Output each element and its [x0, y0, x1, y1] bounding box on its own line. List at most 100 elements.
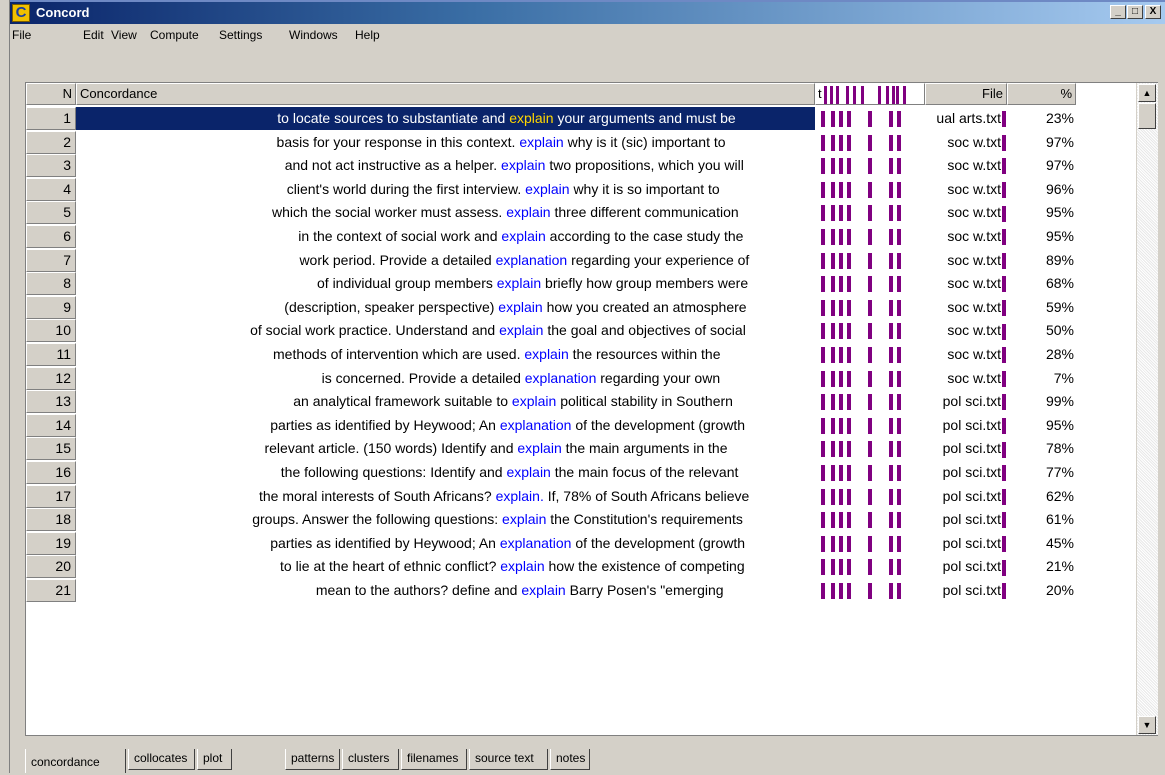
tab-plot[interactable]: plot	[197, 749, 232, 770]
menu-edit[interactable]: Edit	[83, 28, 104, 42]
table-row[interactable]: 11 methods of intervention which are used…	[26, 343, 1086, 366]
concordance-line[interactable]: basis for your response in this context.…	[76, 131, 815, 154]
tab-collocates[interactable]: collocates	[128, 749, 195, 770]
column-header-concordance[interactable]: Concordance	[76, 83, 815, 105]
concordance-line[interactable]: of social work practice. Understand and …	[76, 319, 815, 342]
file-name[interactable]: pol sci.txt	[906, 532, 1006, 555]
table-row[interactable]: 18 groups. Answer the following questions…	[26, 508, 1086, 532]
concordance-line[interactable]: mean to the authors? define and explain …	[76, 579, 815, 602]
tab-concordance[interactable]: concordance	[25, 749, 126, 773]
table-row[interactable]: 20 to lie at the heart of ethnic conflict…	[26, 555, 1086, 579]
maximize-button[interactable]: □	[1127, 5, 1143, 19]
table-row[interactable]: 12 is concerned. Provide a detailed expla…	[26, 366, 1086, 390]
file-name[interactable]: soc w.txt	[906, 178, 1006, 201]
row-number[interactable]: 4	[26, 177, 76, 201]
concordance-line[interactable]: of individual group members explain brie…	[76, 272, 815, 295]
concordance-line[interactable]: and not act instructive as a helper. exp…	[76, 154, 815, 177]
file-name[interactable]: soc w.txt	[906, 319, 1006, 342]
tab-source-text[interactable]: source text	[469, 749, 548, 770]
row-number[interactable]: 8	[26, 272, 76, 296]
file-name[interactable]: soc w.txt	[906, 249, 1006, 272]
column-header-plot[interactable]: t	[815, 83, 925, 105]
row-number[interactable]: 7	[26, 248, 76, 272]
concordance-line[interactable]: groups. Answer the following questions: …	[76, 508, 815, 531]
concord-app-icon[interactable]: C	[12, 4, 30, 22]
row-number[interactable]: 21	[26, 579, 76, 602]
table-row[interactable]: 15 relevant article. (150 words) Identify…	[26, 437, 1086, 461]
row-number[interactable]: 19	[26, 531, 76, 555]
file-name[interactable]: pol sci.txt	[906, 508, 1006, 531]
scroll-down-button[interactable]: ▼	[1138, 716, 1156, 734]
column-header-percent[interactable]: %	[1007, 83, 1076, 105]
file-name[interactable]: pol sci.txt	[906, 579, 1006, 602]
concordance-line[interactable]: work period. Provide a detailed explanat…	[76, 249, 815, 272]
row-number[interactable]: 13	[26, 390, 76, 414]
tab-notes[interactable]: notes	[550, 749, 590, 770]
file-name[interactable]: pol sci.txt	[906, 555, 1006, 578]
row-number[interactable]: 5	[26, 201, 76, 225]
table-row[interactable]: 5 which the social worker must assess. ex…	[26, 201, 1086, 225]
title-bar[interactable]: C Concord _ □ X	[10, 2, 1165, 24]
concordance-line[interactable]: the following questions: Identify and ex…	[76, 461, 815, 484]
concordance-line[interactable]: which the social worker must assess. exp…	[76, 201, 815, 224]
row-number[interactable]: 6	[26, 225, 76, 248]
concordance-line[interactable]: is concerned. Provide a detailed explana…	[76, 367, 815, 390]
file-name[interactable]: soc w.txt	[906, 201, 1006, 224]
tab-clusters[interactable]: clusters	[342, 749, 399, 770]
concordance-line[interactable]: relevant article. (150 words) Identify a…	[76, 437, 815, 460]
column-header-n[interactable]: N	[26, 83, 76, 105]
row-number[interactable]: 11	[26, 343, 76, 366]
row-number[interactable]: 17	[26, 484, 76, 508]
concordance-line[interactable]: to locate sources to substantiate and ex…	[76, 107, 815, 130]
file-name[interactable]: soc w.txt	[906, 343, 1006, 366]
row-number[interactable]: 1	[26, 107, 76, 130]
menu-windows[interactable]: Windows	[289, 28, 338, 42]
file-name[interactable]: pol sci.txt	[906, 461, 1006, 484]
concordance-line[interactable]: parties as identified by Heywood; An exp…	[76, 414, 815, 437]
table-row[interactable]: 21 mean to the authors? define and explai…	[26, 579, 1086, 602]
row-number[interactable]: 9	[26, 295, 76, 319]
file-name[interactable]: soc w.txt	[906, 225, 1006, 248]
file-name[interactable]: soc w.txt	[906, 131, 1006, 154]
table-row[interactable]: 6 in the context of social work and expla…	[26, 225, 1086, 248]
concordance-line[interactable]: an analytical framework suitable to expl…	[76, 390, 815, 413]
table-row[interactable]: 7 work period. Provide a detailed explana…	[26, 248, 1086, 272]
concordance-line[interactable]: to lie at the heart of ethnic conflict? …	[76, 555, 815, 578]
menu-settings[interactable]: Settings	[219, 28, 262, 42]
scroll-thumb[interactable]	[1138, 103, 1156, 129]
tab-filenames[interactable]: filenames	[401, 749, 467, 770]
concordance-line[interactable]: (description, speaker perspective) expla…	[76, 296, 815, 319]
menu-view[interactable]: View	[111, 28, 137, 42]
scroll-up-button[interactable]: ▲	[1138, 84, 1156, 102]
concordance-line[interactable]: the moral interests of South Africans? e…	[76, 485, 815, 508]
row-number[interactable]: 12	[26, 366, 76, 390]
file-name[interactable]: pol sci.txt	[906, 485, 1006, 508]
file-name[interactable]: pol sci.txt	[906, 437, 1006, 460]
table-row[interactable]: 9 (description, speaker perspective) expl…	[26, 295, 1086, 319]
concordance-line[interactable]: client's world during the first intervie…	[76, 178, 815, 201]
table-row[interactable]: 16 the following questions: Identify and …	[26, 461, 1086, 484]
row-number[interactable]: 3	[26, 154, 76, 178]
concordance-line[interactable]: methods of intervention which are used. …	[76, 343, 815, 366]
concordance-line[interactable]: parties as identified by Heywood; An exp…	[76, 532, 815, 555]
table-row[interactable]: 14 parties as identified by Heywood; An e…	[26, 413, 1086, 437]
table-row[interactable]: 3 and not act instructive as a helper. ex…	[26, 154, 1086, 178]
file-name[interactable]: ual arts.txt	[906, 107, 1006, 130]
file-name[interactable]: soc w.txt	[906, 296, 1006, 319]
table-row[interactable]: 1 to locate sources to substantiate and e…	[26, 107, 1086, 130]
row-number[interactable]: 2	[26, 130, 76, 154]
row-number[interactable]: 18	[26, 508, 76, 532]
table-row[interactable]: 4 client's world during the first intervi…	[26, 177, 1086, 201]
file-name[interactable]: soc w.txt	[906, 154, 1006, 177]
close-button[interactable]: X	[1145, 5, 1161, 19]
row-number[interactable]: 14	[26, 413, 76, 437]
row-number[interactable]: 10	[26, 319, 76, 343]
minimize-button[interactable]: _	[1110, 5, 1126, 19]
table-row[interactable]: 19 parties as identified by Heywood; An e…	[26, 531, 1086, 555]
file-name[interactable]: soc w.txt	[906, 367, 1006, 390]
table-row[interactable]: 13 an analytical framework suitable to ex…	[26, 390, 1086, 414]
menu-help[interactable]: Help	[355, 28, 380, 42]
vertical-scrollbar[interactable]: ▲ ▼	[1136, 83, 1158, 735]
file-name[interactable]: pol sci.txt	[906, 414, 1006, 437]
concordance-grid[interactable]: N Concordance t File % 1 to locate source…	[25, 82, 1158, 736]
